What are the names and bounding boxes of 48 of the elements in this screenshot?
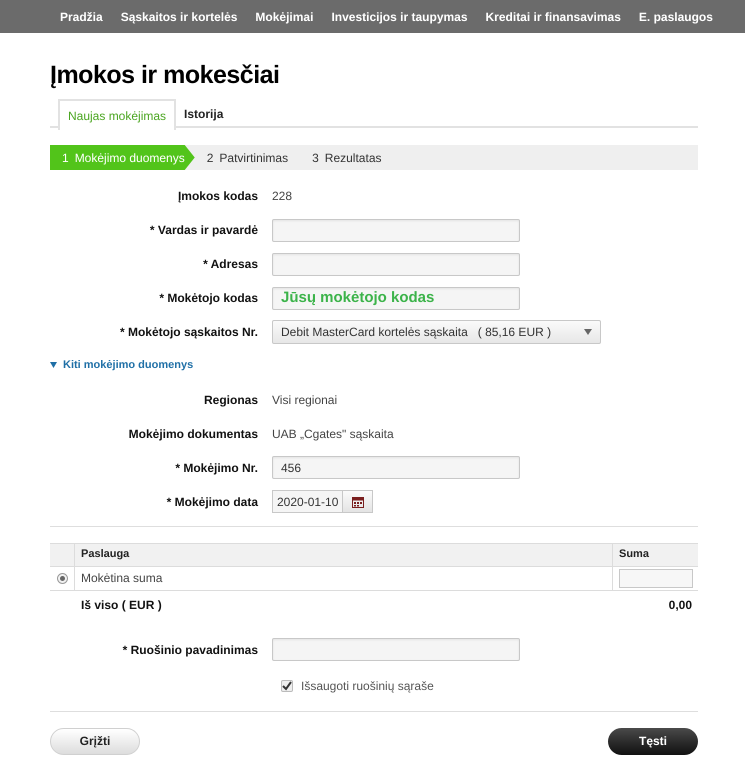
total-label: Iš viso ( EUR ) [80, 596, 162, 614]
nav-link[interactable]: Kreditai ir finansavimas [486, 8, 621, 26]
date-field[interactable]: 2020-01-10 [272, 490, 343, 513]
column-header: Suma [618, 547, 650, 562]
field-label: Įmokos kodas [178, 189, 258, 203]
step: 3 Rezultatas [300, 145, 394, 170]
text-field[interactable] [272, 252, 520, 276]
account-dropdown[interactable]: Debit MasterCard kortelės sąskaita ( 85,16 EUR ) [272, 320, 601, 344]
nav-link[interactable]: Sąskaitos ir kortelės [120, 8, 238, 26]
checkbox-label: Išsaugoti ruošinių sąraše [301, 678, 434, 694]
field-label: Mokėjimo dokumentas [128, 426, 258, 440]
field-label: * Ruošinio pavadinimas [122, 642, 258, 656]
column-header: Paslauga [75, 544, 613, 566]
checkbox[interactable] [281, 680, 293, 692]
step: 1 Mokėjimo duomenys [50, 145, 195, 170]
field-label: * Mokėtojo sąskaitos Nr. [120, 325, 258, 339]
field-label: Regionas [204, 392, 258, 406]
field-value: Visi regionai [272, 392, 338, 408]
field-label: * Mokėjimo data [166, 494, 258, 508]
calendar-icon [352, 496, 364, 508]
amount-field[interactable] [618, 568, 692, 588]
nav-link[interactable]: E. paslaugos [638, 8, 713, 26]
table-cell-text: Mokėtina suma [81, 570, 162, 587]
tab[interactable]: Naujas mokėjimas [58, 99, 176, 130]
continue-button[interactable]: Tęsti [608, 728, 698, 754]
field-label: * Vardas ir pavardė [150, 223, 258, 237]
text-field[interactable] [272, 638, 520, 661]
page-title: Įmokos ir mokesčiai [50, 60, 281, 91]
calendar-button[interactable] [343, 490, 373, 513]
field-value: 228 [272, 188, 292, 205]
dropdown-arrow-icon [584, 329, 592, 335]
text-field[interactable]: 456 [272, 456, 520, 479]
radio-button[interactable] [56, 572, 68, 584]
total-value: 0,00 [668, 596, 692, 614]
nav-link[interactable]: Pradžia [60, 8, 103, 26]
nav-link[interactable]: Investicijos ir taupymas [331, 8, 468, 26]
tab[interactable]: Istorija [176, 99, 232, 128]
text-field[interactable]: Jūsų mokėtojo kodas [272, 286, 520, 310]
field-value: UAB „Cgates" sąskaita [272, 426, 394, 442]
more-details-toggle[interactable]: Kiti mokėjimo duomenys [50, 357, 194, 374]
field-label: * Mokėjimo Nr. [175, 460, 258, 474]
nav-link[interactable]: Mokėjimai [255, 8, 314, 26]
text-field[interactable] [272, 218, 520, 242]
toggle-arrow-icon [50, 362, 57, 368]
field-label: * Mokėtojo kodas [159, 291, 258, 305]
field-label: * Adresas [203, 257, 258, 271]
step: 2 Patvirtinimas [194, 145, 300, 170]
back-button[interactable]: Grįžti [50, 728, 140, 754]
